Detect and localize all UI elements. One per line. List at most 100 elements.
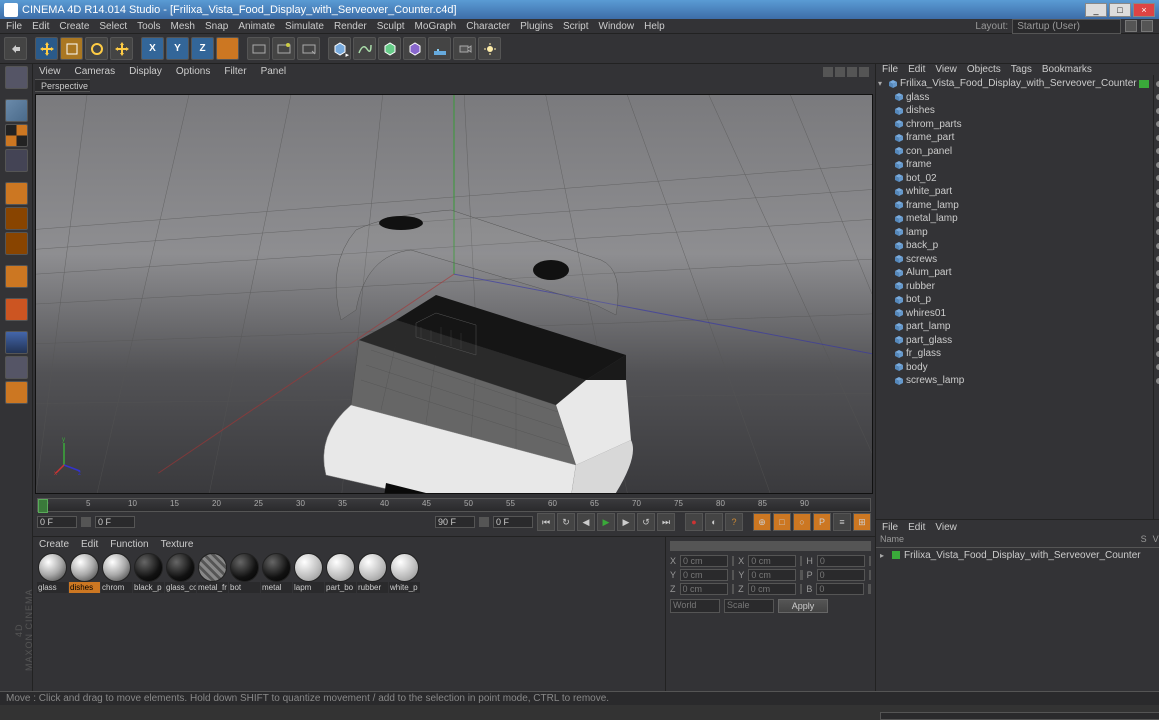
matmenu-texture[interactable]: Texture bbox=[161, 539, 194, 550]
snap-button[interactable] bbox=[5, 331, 28, 354]
material-dishes[interactable]: dishes bbox=[69, 553, 100, 593]
material-glass_co[interactable]: glass_co bbox=[165, 553, 196, 593]
size-z-input[interactable] bbox=[748, 583, 796, 595]
vis-dot[interactable] bbox=[1156, 175, 1159, 181]
spline-button[interactable] bbox=[353, 37, 376, 60]
menu-script[interactable]: Script bbox=[563, 21, 589, 32]
expand-icon[interactable]: ▾ bbox=[878, 79, 886, 88]
rot-h-input[interactable] bbox=[817, 555, 865, 567]
menu-character[interactable]: Character bbox=[466, 21, 510, 32]
tree-item-back_p[interactable]: back_p bbox=[876, 239, 1153, 253]
move-tool[interactable] bbox=[35, 37, 58, 60]
vis-dot[interactable] bbox=[1156, 94, 1159, 100]
key-rot-button[interactable]: ○ bbox=[793, 513, 811, 531]
menu-select[interactable]: Select bbox=[99, 21, 127, 32]
vp-nav-icon4[interactable] bbox=[859, 67, 869, 77]
menu-file[interactable]: File bbox=[6, 21, 22, 32]
timeline-slider[interactable] bbox=[81, 517, 91, 527]
goto-prevkey-button[interactable]: ↻ bbox=[557, 513, 575, 531]
world-dropdown[interactable]: World bbox=[670, 599, 720, 613]
make-editable-button[interactable] bbox=[5, 66, 28, 89]
attribute-scrollbar[interactable] bbox=[880, 712, 1159, 720]
key-param-button[interactable]: P bbox=[813, 513, 831, 531]
rot-p-input[interactable] bbox=[817, 569, 865, 581]
record-button[interactable]: ● bbox=[685, 513, 703, 531]
objmenu-view[interactable]: View bbox=[935, 64, 957, 75]
objmenu-edit[interactable]: Edit bbox=[908, 64, 925, 75]
last-tool[interactable] bbox=[110, 37, 133, 60]
tree-item-screws[interactable]: screws bbox=[876, 253, 1153, 267]
camera-button[interactable] bbox=[453, 37, 476, 60]
vis-dot[interactable] bbox=[1156, 108, 1159, 114]
minimize-button[interactable]: _ bbox=[1085, 3, 1107, 17]
visibility-icon[interactable] bbox=[1139, 80, 1149, 88]
model-mode-button[interactable] bbox=[5, 99, 28, 122]
material-metal[interactable]: metal bbox=[261, 553, 292, 593]
tree-item-lamp[interactable]: lamp bbox=[876, 226, 1153, 240]
attrmenu-file[interactable]: File bbox=[882, 522, 898, 533]
material-metal_fr[interactable]: metal_fr bbox=[197, 553, 228, 593]
tree-item-fr_glass[interactable]: fr_glass bbox=[876, 347, 1153, 361]
material-glass[interactable]: glass bbox=[37, 553, 68, 593]
locked-wp-button[interactable] bbox=[5, 356, 28, 379]
vpmenu-display[interactable]: Display bbox=[129, 66, 162, 77]
timeline-end-input[interactable] bbox=[435, 516, 475, 528]
key-opts-button[interactable]: ⊞ bbox=[853, 513, 871, 531]
vis-dot[interactable] bbox=[1156, 216, 1159, 222]
vis-dot[interactable] bbox=[1156, 162, 1159, 168]
lock-y-tool[interactable]: Y bbox=[166, 37, 189, 60]
coord-x-input[interactable] bbox=[680, 555, 728, 567]
apply-button[interactable]: Apply bbox=[778, 599, 828, 613]
objmenu-objects[interactable]: Objects bbox=[967, 64, 1001, 75]
tree-item-white_part[interactable]: white_part bbox=[876, 185, 1153, 199]
vis-dot[interactable] bbox=[1156, 324, 1159, 330]
attrmenu-edit[interactable]: Edit bbox=[908, 522, 925, 533]
layout-icon2[interactable] bbox=[1141, 20, 1153, 32]
tree-item-part_lamp[interactable]: part_lamp bbox=[876, 320, 1153, 334]
axis-button[interactable] bbox=[5, 265, 28, 288]
menu-plugins[interactable]: Plugins bbox=[520, 21, 553, 32]
size-y-input[interactable] bbox=[748, 569, 796, 581]
objmenu-file[interactable]: File bbox=[882, 64, 898, 75]
keyhelp-button[interactable]: ? bbox=[725, 513, 743, 531]
menu-create[interactable]: Create bbox=[59, 21, 89, 32]
vis-dot[interactable] bbox=[1156, 229, 1159, 235]
environment-button[interactable] bbox=[428, 37, 451, 60]
scale-tool[interactable] bbox=[60, 37, 83, 60]
planar-wp-button[interactable] bbox=[5, 381, 28, 404]
tree-item-chrom_parts[interactable]: chrom_parts bbox=[876, 118, 1153, 132]
timeline-start-input[interactable] bbox=[37, 516, 77, 528]
timeline-curstart-input[interactable] bbox=[95, 516, 135, 528]
next-frame-button[interactable]: ▶ bbox=[617, 513, 635, 531]
vis-dot[interactable] bbox=[1156, 202, 1159, 208]
menu-tools[interactable]: Tools bbox=[137, 21, 160, 32]
vpmenu-panel[interactable]: Panel bbox=[261, 66, 287, 77]
menu-edit[interactable]: Edit bbox=[32, 21, 49, 32]
rot-b-input[interactable] bbox=[816, 583, 864, 595]
material-bot[interactable]: bot bbox=[229, 553, 260, 593]
vp-nav-icon2[interactable] bbox=[835, 67, 845, 77]
vis-dot[interactable] bbox=[1156, 256, 1159, 262]
menu-render[interactable]: Render bbox=[334, 21, 367, 32]
vis-dot[interactable] bbox=[1156, 364, 1159, 370]
vpmenu-filter[interactable]: Filter bbox=[224, 66, 246, 77]
point-mode-button[interactable] bbox=[5, 182, 28, 205]
vis-dot[interactable] bbox=[1156, 121, 1159, 127]
prev-frame-button[interactable]: ◀ bbox=[577, 513, 595, 531]
matmenu-edit[interactable]: Edit bbox=[81, 539, 98, 550]
texture-mode-button[interactable] bbox=[5, 124, 28, 147]
tree-item-screws_lamp[interactable]: screws_lamp bbox=[876, 374, 1153, 388]
vis-dot[interactable] bbox=[1156, 378, 1159, 384]
workplane-button[interactable] bbox=[5, 149, 28, 172]
key-pla-button[interactable]: ≡ bbox=[833, 513, 851, 531]
goto-start-button[interactable]: ⏮ bbox=[537, 513, 555, 531]
menu-simulate[interactable]: Simulate bbox=[285, 21, 324, 32]
layout-icon1[interactable] bbox=[1125, 20, 1137, 32]
undo-button[interactable] bbox=[4, 37, 27, 60]
render-settings-button[interactable] bbox=[297, 37, 320, 60]
vis-dot[interactable] bbox=[1156, 135, 1159, 141]
tweak-button[interactable] bbox=[5, 298, 28, 321]
tree-item-con_panel[interactable]: con_panel bbox=[876, 145, 1153, 159]
edge-mode-button[interactable] bbox=[5, 207, 28, 230]
vpmenu-cameras[interactable]: Cameras bbox=[75, 66, 116, 77]
